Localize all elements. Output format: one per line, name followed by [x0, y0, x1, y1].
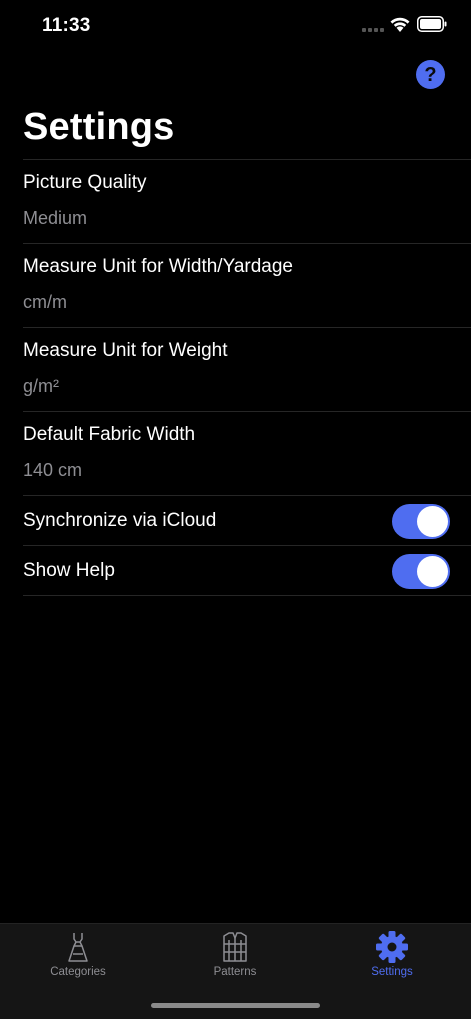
setting-row-icloud-sync: Synchronize via iCloud [23, 495, 471, 545]
divider [23, 595, 471, 596]
icloud-sync-toggle[interactable] [392, 504, 450, 539]
battery-icon [417, 16, 447, 32]
setting-row-width-unit[interactable]: Measure Unit for Width/Yardage cm/m [23, 243, 471, 327]
setting-label: Default Fabric Width [23, 424, 196, 445]
cellular-signal-icon [362, 28, 384, 32]
setting-label: Measure Unit for Width/Yardage [23, 256, 293, 277]
setting-row-fabric-width[interactable]: Default Fabric Width 140 cm [23, 411, 471, 495]
wifi-icon [390, 17, 410, 32]
gear-icon [376, 931, 408, 963]
setting-value: 140 cm [23, 460, 83, 480]
home-indicator [151, 1003, 320, 1008]
setting-row-picture-quality[interactable]: Picture Quality Medium [23, 159, 471, 243]
vest-icon [223, 932, 247, 962]
setting-row-weight-unit[interactable]: Measure Unit for Weight g/m² [23, 327, 471, 411]
tab-patterns[interactable]: Patterns [175, 930, 295, 978]
tab-settings[interactable]: Settings [332, 930, 452, 978]
tab-categories[interactable]: Categories [18, 930, 138, 978]
setting-value: Medium [23, 208, 88, 228]
status-bar: 11:33 [0, 0, 471, 52]
page-title: Settings [23, 106, 175, 148]
setting-label: Measure Unit for Weight [23, 340, 228, 361]
settings-list: Picture Quality Medium Measure Unit for … [23, 159, 471, 596]
help-button[interactable]: ? [416, 60, 445, 89]
toggle-knob [417, 556, 448, 587]
setting-label: Show Help [23, 560, 115, 581]
setting-label: Synchronize via iCloud [23, 510, 217, 531]
setting-label: Picture Quality [23, 172, 147, 193]
status-time: 11:33 [42, 15, 91, 36]
tab-label: Patterns [213, 966, 257, 978]
toggle-knob [417, 506, 448, 537]
setting-value: g/m² [23, 376, 59, 396]
dress-icon [68, 933, 88, 962]
setting-row-show-help: Show Help [23, 545, 471, 595]
help-circle-icon: ? [424, 63, 437, 86]
tab-label: Settings [371, 966, 413, 978]
setting-value: cm/m [23, 292, 67, 312]
tab-label: Categories [50, 966, 106, 978]
show-help-toggle[interactable] [392, 554, 450, 589]
